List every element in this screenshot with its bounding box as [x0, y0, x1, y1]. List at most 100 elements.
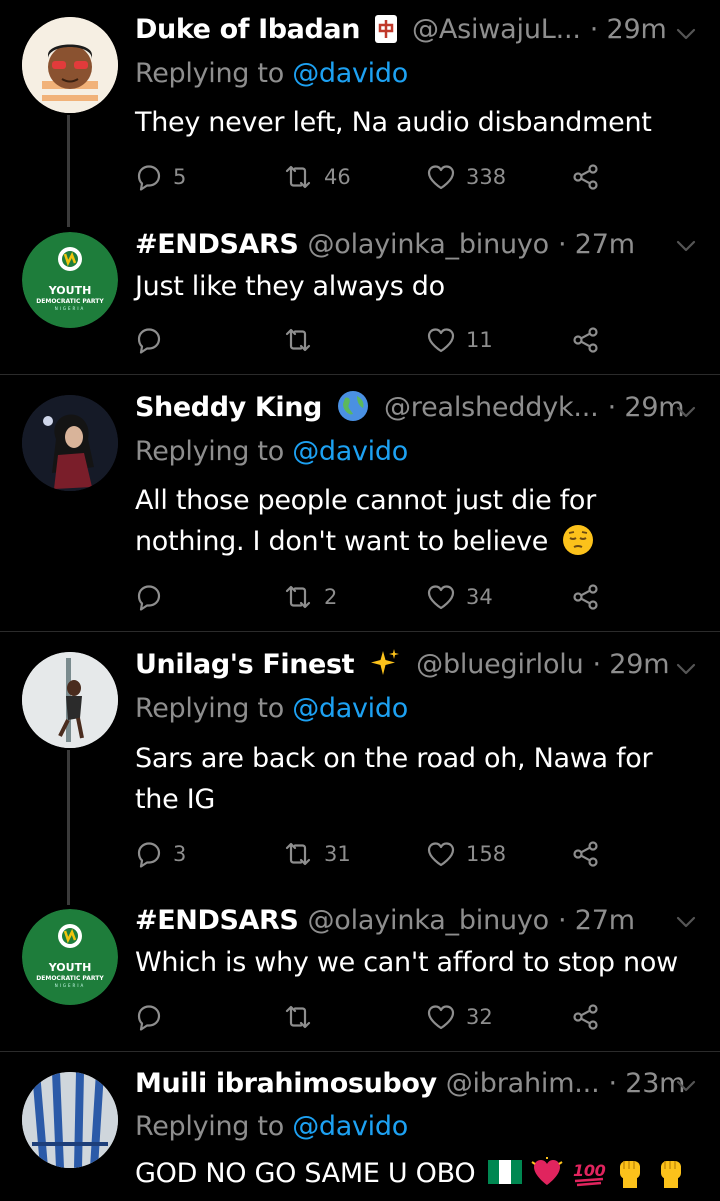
- like-count: 32: [466, 1005, 493, 1029]
- like-button[interactable]: 34: [426, 582, 493, 612]
- action-bar: 3 31 158: [135, 839, 615, 869]
- display-name-row[interactable]: Duke of Ibadan @AsiwajuL... · 29m: [135, 14, 667, 45]
- avatar[interactable]: YOUTH DEMOCRATIC PARTY NIGERIA: [22, 909, 118, 1005]
- pensive-face-icon: [562, 524, 594, 556]
- globe-icon: [337, 390, 369, 422]
- retweet-count: 2: [324, 585, 338, 609]
- user-handle[interactable]: @bluegirlolu: [416, 649, 584, 680]
- chevron-down-icon[interactable]: [676, 239, 696, 253]
- share-icon: [572, 1003, 600, 1031]
- display-name-row[interactable]: Muili ibrahimosuboy @ibrahim... · 23m: [135, 1068, 685, 1099]
- reply-button[interactable]: [135, 582, 173, 612]
- mention-link[interactable]: @davido: [292, 1111, 408, 1142]
- display-name[interactable]: Sheddy King: [135, 392, 322, 423]
- tweet[interactable]: Unilag's Finest @bluegirlolu · 29m Reply…: [0, 632, 720, 892]
- avatar-small-text: NIGERIA: [54, 306, 86, 311]
- like-button[interactable]: 158: [426, 839, 506, 869]
- chevron-down-icon[interactable]: [676, 662, 696, 676]
- tweet[interactable]: Sheddy King @realsheddyk... · 29m Replyi…: [0, 375, 720, 631]
- mention-link[interactable]: @davido: [292, 693, 408, 724]
- display-name[interactable]: #ENDSARS: [135, 905, 299, 936]
- timestamp: · 23m: [608, 1068, 686, 1099]
- chevron-down-icon[interactable]: [676, 405, 696, 419]
- action-bar: 2 34: [135, 582, 615, 612]
- reply-icon: [135, 840, 163, 868]
- tweet-text: Just like they always do: [135, 271, 445, 302]
- heart-icon: [426, 1003, 456, 1031]
- display-name[interactable]: Unilag's Finest: [135, 649, 355, 680]
- tweet-text-line: the IG: [135, 784, 215, 815]
- display-name-row[interactable]: #ENDSARS @olayinka_binuyo · 27m: [135, 229, 635, 260]
- tweet-text: GOD NO GO SAME U OBO: [135, 1158, 476, 1189]
- avatar[interactable]: [22, 395, 118, 491]
- display-name[interactable]: #ENDSARS: [135, 229, 299, 260]
- avatar[interactable]: YOUTH DEMOCRATIC PARTY NIGERIA: [22, 232, 118, 328]
- share-button[interactable]: [572, 582, 600, 612]
- reply-icon: [135, 1003, 163, 1031]
- user-handle[interactable]: @realsheddyk...: [384, 392, 599, 423]
- avatar[interactable]: [22, 1072, 118, 1168]
- reply-button[interactable]: [135, 1002, 173, 1032]
- tweet-text: Which is why we can't afford to stop now: [135, 947, 678, 978]
- replying-label: Replying to: [135, 693, 293, 724]
- share-button[interactable]: [572, 839, 600, 869]
- retweet-button[interactable]: 2: [282, 582, 337, 612]
- replying-to: Replying to @davido: [135, 436, 408, 467]
- user-handle[interactable]: @ibrahim...: [446, 1068, 600, 1099]
- retweet-button[interactable]: 46: [282, 162, 351, 192]
- user-handle[interactable]: @olayinka_binuyo: [307, 229, 549, 260]
- reply-button[interactable]: [135, 325, 173, 355]
- display-name[interactable]: Muili ibrahimosuboy: [135, 1068, 437, 1099]
- like-button[interactable]: 32: [426, 1002, 493, 1032]
- tweet-text: Sars are back on the road oh, Nawa for t…: [135, 738, 705, 820]
- tweet-text: They never left, Na audio disbandment: [135, 107, 652, 138]
- tweet[interactable]: YOUTH DEMOCRATIC PARTY NIGERIA #ENDSARS …: [0, 892, 720, 1050]
- display-name-row[interactable]: #ENDSARS @olayinka_binuyo · 27m: [135, 905, 635, 936]
- share-button[interactable]: [572, 162, 600, 192]
- share-button[interactable]: [572, 325, 600, 355]
- hundred-points-icon: 100: [572, 1156, 606, 1188]
- mahjong-red-dragon-icon: [375, 14, 398, 43]
- avatar[interactable]: [22, 652, 118, 748]
- display-name-row[interactable]: Sheddy King @realsheddyk... · 29m: [135, 390, 685, 425]
- tweet-text-line: Sars are back on the road oh, Nawa for: [135, 743, 653, 774]
- raised-fist-icon: [614, 1155, 646, 1189]
- heart-icon: [426, 326, 456, 354]
- mention-link[interactable]: @davido: [292, 58, 408, 89]
- chevron-down-icon[interactable]: [676, 27, 696, 41]
- chevron-down-icon[interactable]: [676, 1079, 696, 1093]
- user-handle[interactable]: @olayinka_binuyo: [307, 905, 549, 936]
- retweet-button[interactable]: [282, 1002, 324, 1032]
- action-bar: 11: [135, 325, 615, 355]
- display-name-row[interactable]: Unilag's Finest @bluegirlolu · 29m: [135, 648, 670, 682]
- retweet-button[interactable]: [282, 325, 324, 355]
- tweet[interactable]: Duke of Ibadan @AsiwajuL... · 29m Replyi…: [0, 0, 720, 215]
- retweet-icon: [282, 840, 314, 868]
- chevron-down-icon[interactable]: [676, 915, 696, 929]
- tweet[interactable]: Muili ibrahimosuboy @ibrahim... · 23m Re…: [0, 1052, 720, 1201]
- avatar-small-text: NIGERIA: [54, 983, 86, 988]
- tweet-text: All those people cannot just die for not…: [135, 480, 705, 562]
- like-button[interactable]: 11: [426, 325, 493, 355]
- action-bar: 5 46 338: [135, 162, 615, 192]
- replying-label: Replying to: [135, 58, 293, 89]
- reply-button[interactable]: 3: [135, 839, 186, 869]
- like-button[interactable]: 338: [426, 162, 506, 192]
- heart-icon: [426, 583, 456, 611]
- reply-button[interactable]: 5: [135, 162, 186, 192]
- timestamp: · 27m: [558, 229, 635, 260]
- display-name[interactable]: Duke of Ibadan: [135, 14, 360, 45]
- reply-icon: [135, 326, 163, 354]
- retweet-icon: [282, 1003, 314, 1031]
- timestamp: · 29m: [607, 392, 685, 423]
- retweet-button[interactable]: 31: [282, 839, 351, 869]
- replying-label: Replying to: [135, 1111, 293, 1142]
- avatar[interactable]: [22, 17, 118, 113]
- retweet-count: 31: [324, 842, 351, 866]
- user-handle[interactable]: @AsiwajuL...: [412, 14, 581, 45]
- tweet[interactable]: YOUTH DEMOCRATIC PARTY NIGERIA #ENDSARS …: [0, 215, 720, 373]
- mention-link[interactable]: @davido: [292, 436, 408, 467]
- beating-heart-icon: [530, 1156, 564, 1188]
- share-button[interactable]: [572, 1002, 600, 1032]
- share-icon: [572, 163, 600, 191]
